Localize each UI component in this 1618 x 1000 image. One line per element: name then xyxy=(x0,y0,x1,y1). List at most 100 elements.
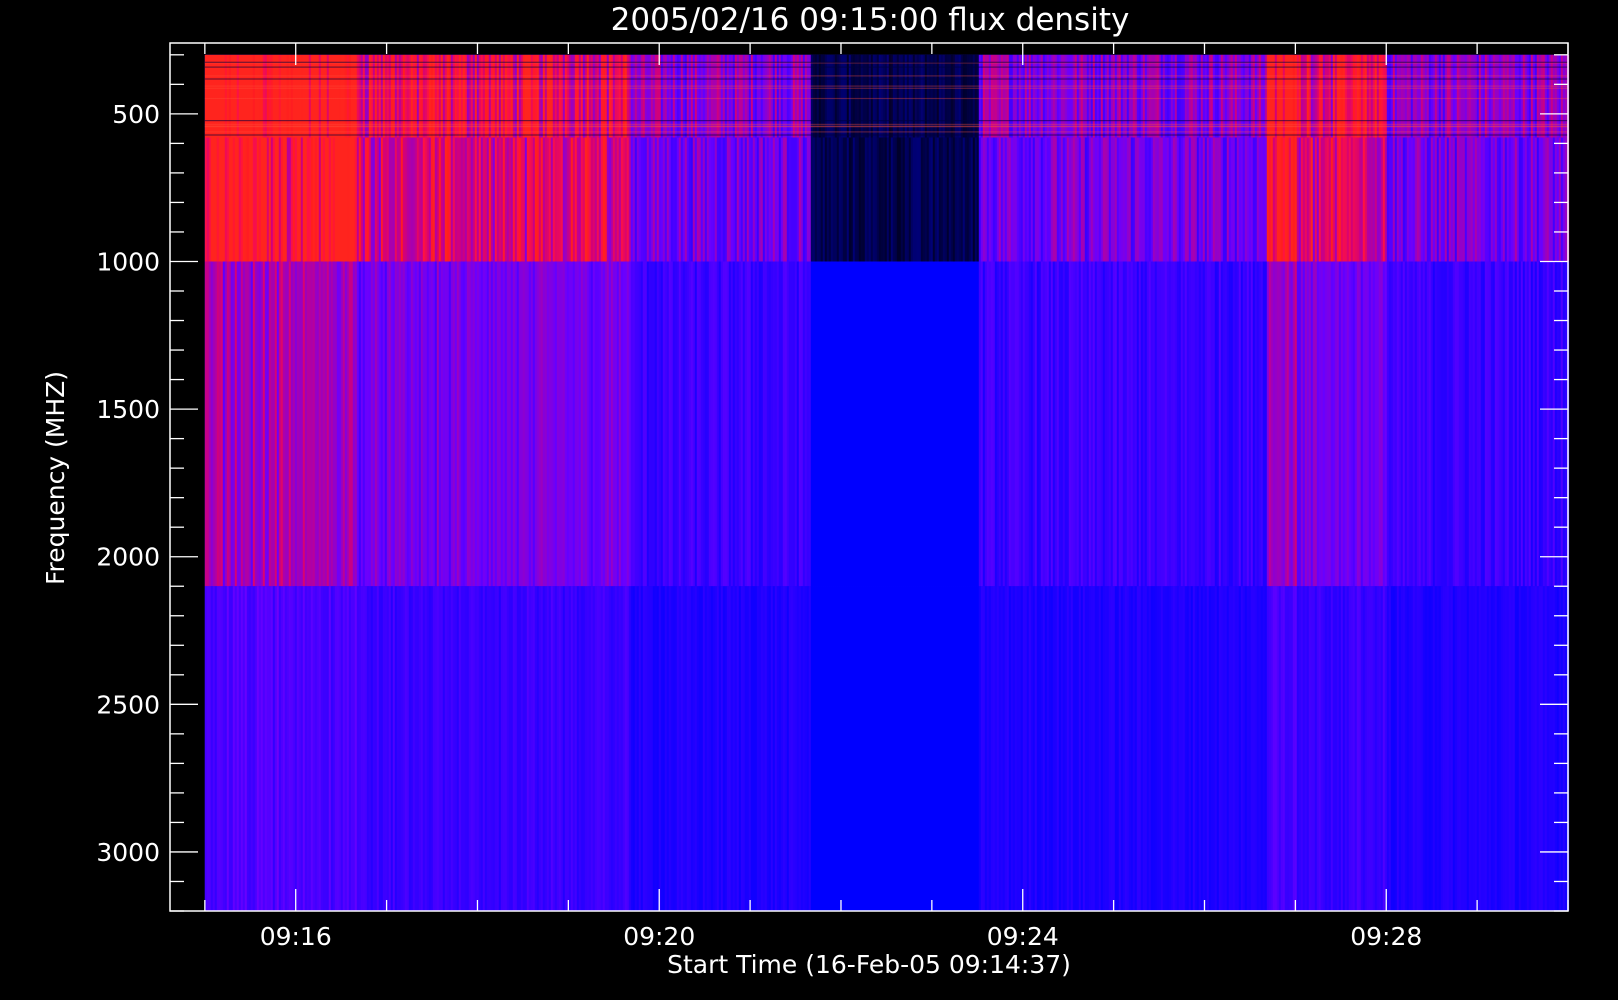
heatmap-cell xyxy=(1450,137,1454,262)
heatmap-cell xyxy=(1506,586,1510,911)
heatmap-cell xyxy=(242,137,246,262)
heatmap-cell xyxy=(978,137,982,262)
heatmap-cell xyxy=(790,261,794,587)
heatmap-cell xyxy=(1494,261,1498,587)
heatmap-cell xyxy=(746,261,750,587)
heatmap-cell xyxy=(374,261,378,587)
heatmap-cell xyxy=(840,586,844,911)
heatmap-cell xyxy=(934,586,938,911)
heatmap-cell xyxy=(876,137,880,262)
heatmap-cell xyxy=(722,261,726,587)
heatmap-cell xyxy=(1052,261,1056,587)
heatmap-cell xyxy=(932,586,936,911)
heatmap-cell xyxy=(1114,586,1118,911)
heatmap-cell xyxy=(1192,137,1196,262)
heatmap-cell xyxy=(806,586,810,911)
heatmap-cell xyxy=(1046,137,1050,262)
heatmap-cell xyxy=(984,137,988,262)
heatmap-cell xyxy=(334,137,338,262)
heatmap-cell xyxy=(1266,261,1270,587)
heatmap-cell xyxy=(884,586,888,911)
heatmap-cell xyxy=(844,137,848,262)
heatmap-cell xyxy=(288,137,292,262)
heatmap-cell xyxy=(440,586,444,911)
heatmap-cell xyxy=(998,586,1002,911)
heatmap-cell xyxy=(430,137,434,262)
heatmap-cell xyxy=(1040,137,1044,262)
heatmap-cell xyxy=(856,261,860,587)
heatmap-cell xyxy=(902,586,906,911)
heatmap-cell xyxy=(704,261,708,587)
heatmap-cell xyxy=(658,586,662,911)
heatmap-cell xyxy=(1544,261,1548,587)
heatmap-cell xyxy=(914,261,918,587)
heatmap-cell xyxy=(864,137,868,262)
heatmap-cell xyxy=(412,137,416,262)
heatmap-cell xyxy=(518,261,522,587)
heatmap-cell xyxy=(522,586,526,911)
heatmap-cell xyxy=(766,137,770,262)
heatmap-cell xyxy=(336,137,340,262)
heatmap-cell xyxy=(1102,137,1106,262)
heatmap-cell xyxy=(870,137,874,262)
heatmap-cell xyxy=(462,586,466,911)
heatmap-cell xyxy=(218,261,222,587)
x-tick-label: 09:24 xyxy=(987,922,1059,951)
heatmap-cell xyxy=(636,586,640,911)
heatmap-cell xyxy=(534,586,538,911)
heatmap-cell xyxy=(298,261,302,587)
heatmap-cell xyxy=(1016,586,1020,911)
heatmap-cell xyxy=(544,137,548,262)
heatmap-cell xyxy=(1364,261,1368,587)
y-tick-label: 2500 xyxy=(96,690,160,719)
heatmap-cell xyxy=(1022,586,1026,911)
heatmap-cell xyxy=(634,261,638,587)
heatmap-cell xyxy=(1174,137,1178,262)
heatmap-cell xyxy=(1028,137,1032,262)
heatmap-cell xyxy=(340,137,344,262)
heatmap-cell xyxy=(1156,137,1160,262)
heatmap-cell xyxy=(514,586,518,911)
heatmap-cell xyxy=(1306,137,1310,262)
heatmap-cell xyxy=(598,261,602,587)
heatmap-cell xyxy=(1088,261,1092,587)
heatmap-cell xyxy=(526,261,530,587)
heatmap-cell xyxy=(246,261,250,587)
heatmap-cell xyxy=(570,137,574,262)
heatmap-cell xyxy=(1434,137,1438,262)
heatmap-cell xyxy=(744,586,748,911)
heatmap-cell xyxy=(1198,137,1202,262)
heatmap-cell xyxy=(642,586,646,911)
heatmap-cell xyxy=(1430,261,1434,587)
heatmap-cell xyxy=(1194,137,1198,262)
heatmap-cell xyxy=(304,586,308,911)
heatmap-cell xyxy=(1362,586,1366,911)
heatmap-cell xyxy=(1474,261,1478,587)
heatmap-cell xyxy=(1236,261,1240,587)
heatmap-cell xyxy=(1502,261,1506,587)
heatmap-cell xyxy=(324,261,328,587)
heatmap-cell xyxy=(716,261,720,587)
heatmap-cell xyxy=(406,137,410,262)
heatmap-cell xyxy=(1362,261,1366,587)
heatmap-cell xyxy=(1110,137,1114,262)
heatmap-cell xyxy=(1552,137,1556,262)
heatmap-cell xyxy=(1292,586,1296,911)
heatmap-cell xyxy=(522,137,526,262)
heatmap-cell xyxy=(866,586,870,911)
heatmap-cell xyxy=(774,586,778,911)
heatmap-cell xyxy=(350,137,354,262)
heatmap-cell xyxy=(1442,586,1446,911)
heatmap-cell xyxy=(780,261,784,587)
heatmap-cell xyxy=(580,261,584,587)
heatmap-cell xyxy=(408,261,412,587)
heatmap-line xyxy=(204,87,1568,89)
heatmap-cell xyxy=(878,137,882,262)
heatmap-cell xyxy=(762,137,766,262)
heatmap-cell xyxy=(1158,586,1162,911)
heatmap-cell xyxy=(1280,261,1284,587)
heatmap-cell xyxy=(370,586,374,911)
heatmap-cell xyxy=(348,261,352,587)
heatmap-cell xyxy=(770,261,774,587)
heatmap-cell xyxy=(764,586,768,911)
